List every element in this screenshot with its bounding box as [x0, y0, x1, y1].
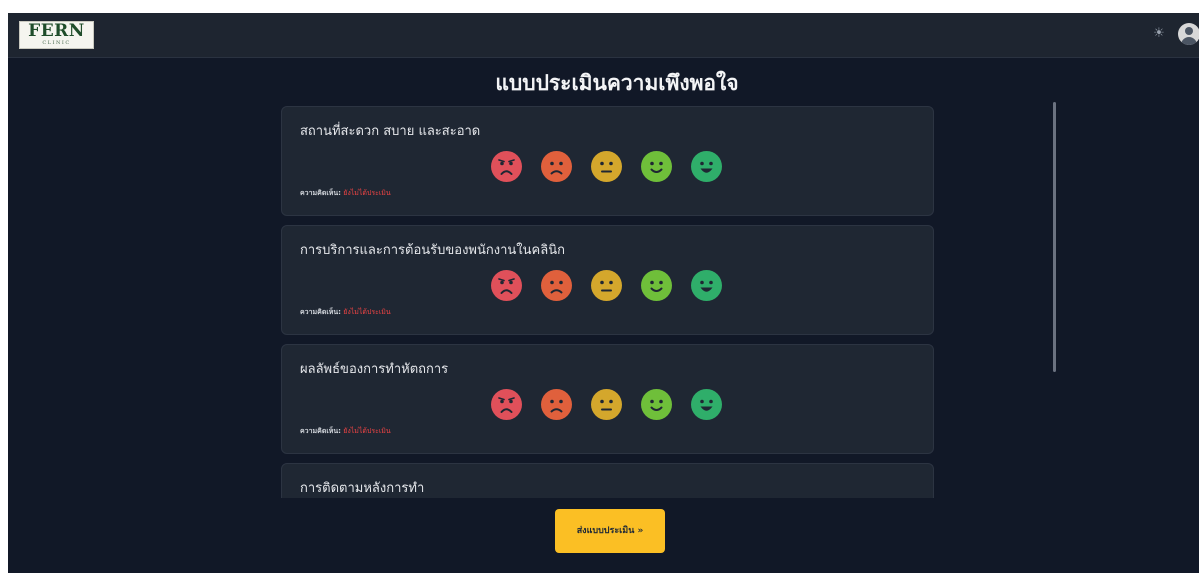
question-title: การติดตามหลังการทำ [300, 481, 425, 496]
very-sad-face-icon[interactable] [491, 151, 522, 182]
very-sad-face-icon[interactable] [491, 389, 522, 420]
question-card: สถานที่สะดวก สบาย และสะอาดความคิดเห็น: ย… [281, 106, 934, 216]
question-title: การบริการและการต้อนรับของพนักงานในคลินิก [300, 243, 565, 258]
top-navbar: FERN CLINIC ☀ [8, 13, 1199, 58]
sad-face-icon[interactable] [541, 270, 572, 301]
question-title: สถานที่สะดวก สบาย และสะอาด [300, 124, 481, 139]
scrollbar[interactable] [1053, 102, 1056, 372]
question-card: การบริการและการต้อนรับของพนักงานในคลินิก… [281, 225, 934, 335]
user-avatar-icon[interactable] [1178, 23, 1199, 45]
comment-status: ยังไม่ได้ประเมิน [343, 427, 391, 435]
app-window: FERN CLINIC ☀ แบบประเมินความเพึงพอใจ สถา… [8, 13, 1199, 573]
question-card: การติดตามหลังการทำความคิดเห็น: ยังไม่ได้… [281, 463, 934, 498]
sad-face-icon[interactable] [541, 389, 572, 420]
sun-icon[interactable]: ☀ [1151, 25, 1167, 43]
comment-status: ยังไม่ได้ประเมิน [343, 308, 391, 316]
comment-status: ยังไม่ได้ประเมิน [343, 189, 391, 197]
comment-line: ความคิดเห็น: ยังไม่ได้ประเมิน [300, 426, 391, 436]
neutral-face-icon[interactable] [591, 270, 622, 301]
comment-label: ความคิดเห็น: [300, 308, 341, 316]
smile-face-icon[interactable] [641, 151, 672, 182]
smile-face-icon[interactable] [641, 270, 672, 301]
comment-label: ความคิดเห็น: [300, 189, 341, 197]
sad-face-icon[interactable] [541, 151, 572, 182]
grin-face-icon[interactable] [691, 389, 722, 420]
comment-line: ความคิดเห็น: ยังไม่ได้ประเมิน [300, 188, 391, 198]
page-title: แบบประเมินความเพึงพอใจ [495, 71, 739, 95]
grin-face-icon[interactable] [691, 151, 722, 182]
neutral-face-icon[interactable] [591, 389, 622, 420]
rating-scale [491, 270, 731, 302]
grin-face-icon[interactable] [691, 270, 722, 301]
smile-face-icon[interactable] [641, 389, 672, 420]
clinic-logo[interactable]: FERN CLINIC [19, 21, 94, 49]
neutral-face-icon[interactable] [591, 151, 622, 182]
question-card: ผลลัพธ์ของการทำหัตถการความคิดเห็น: ยังไม… [281, 344, 934, 454]
rating-scale [491, 389, 731, 421]
rating-scale [491, 151, 731, 183]
comment-label: ความคิดเห็น: [300, 427, 341, 435]
comment-line: ความคิดเห็น: ยังไม่ได้ประเมิน [300, 307, 391, 317]
question-title: ผลลัพธ์ของการทำหัตถการ [300, 362, 449, 377]
very-sad-face-icon[interactable] [491, 270, 522, 301]
question-list: สถานที่สะดวก สบาย และสะอาดความคิดเห็น: ย… [281, 106, 934, 498]
submit-evaluation-button[interactable]: ส่งแบบประเมิน » [555, 509, 665, 553]
logo-text: FERN [28, 21, 85, 41]
